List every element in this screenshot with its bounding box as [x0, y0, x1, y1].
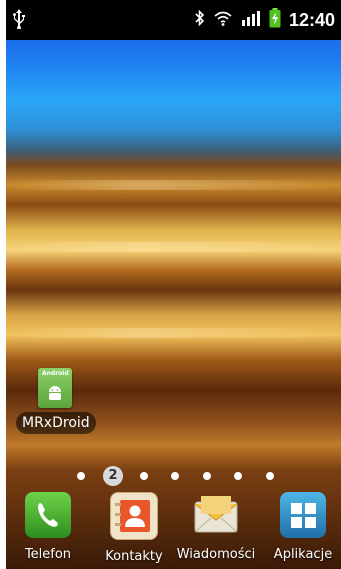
signal-icon: [241, 10, 261, 30]
android-app-icon: Android: [38, 368, 72, 408]
bluetooth-icon: [195, 9, 205, 31]
dock: Telefon Kontakty Wiadomości Aplikacje: [6, 492, 341, 569]
home-screen: 12:40 Android MRxDroid 2 Telefon Kontakt…: [6, 0, 341, 569]
dock-item-telefon[interactable]: Telefon: [18, 492, 78, 562]
android-robot-icon: [49, 386, 61, 400]
dock-label: Telefon: [24, 547, 72, 562]
wallpaper-streak: [6, 180, 341, 190]
app-shortcut-mrxdroid[interactable]: Android MRxDroid: [16, 366, 96, 436]
apps-grid-icon: [280, 492, 326, 538]
usb-icon: [12, 9, 30, 31]
wifi-icon: [213, 10, 233, 30]
status-bar: 12:40: [6, 0, 341, 40]
app-label: MRxDroid: [16, 412, 96, 434]
page-dot[interactable]: [266, 472, 274, 480]
page-dot[interactable]: [234, 472, 242, 480]
dock-item-kontakty[interactable]: Kontakty: [102, 492, 166, 564]
messages-icon: [193, 492, 239, 538]
battery-charging-icon: [269, 8, 281, 32]
contacts-icon: [110, 492, 158, 540]
dock-label: Wiadomości: [176, 547, 256, 562]
page-indicator[interactable]: 2: [6, 466, 341, 486]
page-dot[interactable]: [77, 472, 85, 480]
page-dot[interactable]: [203, 472, 211, 480]
dock-item-aplikacje[interactable]: Aplikacje: [268, 492, 338, 562]
page-dot[interactable]: [140, 472, 148, 480]
wallpaper-streak: [6, 242, 341, 252]
dock-label: Aplikacje: [273, 547, 333, 562]
dock-label: Kontakty: [105, 549, 163, 564]
clock: 12:40: [288, 9, 335, 30]
page-dot[interactable]: [171, 472, 179, 480]
dock-item-wiadomosci[interactable]: Wiadomości: [176, 492, 256, 562]
wallpaper-streak: [6, 328, 341, 338]
app-icon-text: Android: [42, 370, 69, 377]
phone-icon: [25, 492, 71, 538]
page-current[interactable]: 2: [103, 466, 123, 486]
